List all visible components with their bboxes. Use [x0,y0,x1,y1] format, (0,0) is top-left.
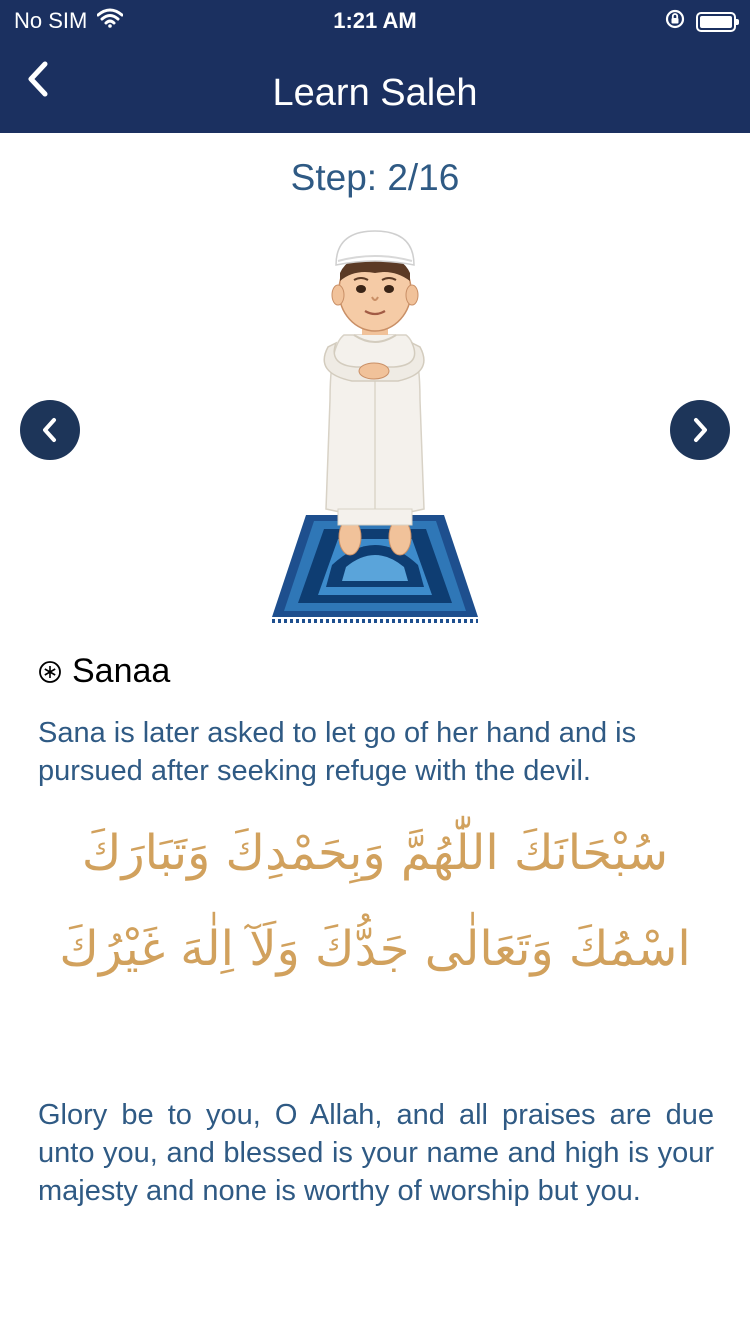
orientation-lock-icon [664,8,686,36]
section-title: Sanaa [72,652,171,690]
chevron-right-icon [694,418,707,442]
status-right [664,8,739,36]
dua-translation: Glory be to you, O Allah, and all praise… [38,1099,714,1207]
step-indicator: Step: 2/16 [290,157,460,198]
section-heading: Sanaa [38,652,170,691]
asterisk-circle-icon [39,660,61,683]
page-title: Learn Saleh [272,72,478,114]
next-step-button[interactable] [670,400,730,460]
previous-step-button[interactable] [20,400,80,460]
arabic-dua: سُبْحَانَكَ اللّٰهُمَّ وَبِحَمْدِكَ وَتَ… [59,825,691,977]
battery-icon [696,12,739,32]
section-description: Sana is later asked to let go of her han… [38,717,637,787]
app-header: No SIM 1:21 AM Learn Saleh [0,0,750,133]
status-bar: No SIM 1:21 AM [0,0,750,40]
chevron-left-icon [43,418,56,442]
status-time: 1:21 AM [333,8,417,33]
prayer-mat [272,515,478,623]
praying-boy-illustration [262,225,488,630]
